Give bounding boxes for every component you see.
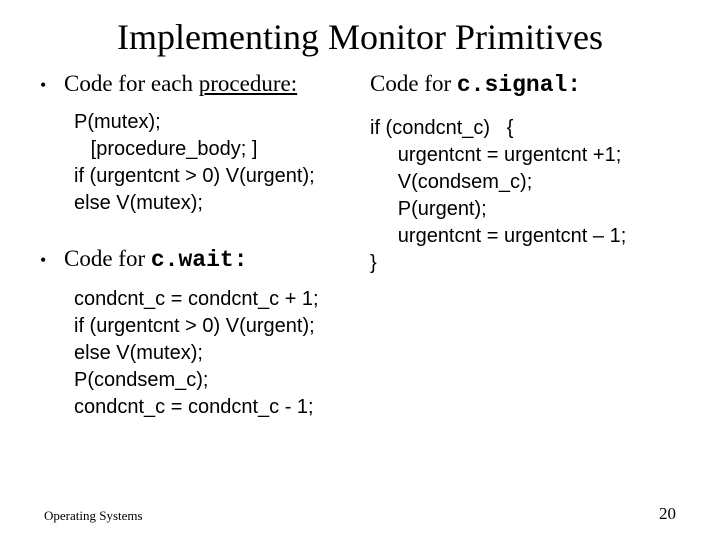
bullet-procedure: • Code for each procedure: [40, 68, 350, 99]
left-column: • Code for each procedure: P(mutex); [pr… [40, 68, 350, 447]
bullet-procedure-text: Code for each procedure: [64, 68, 297, 99]
bullet-cwait-text: Code for c.wait: [64, 243, 248, 276]
bullet-procedure-underline: procedure: [199, 71, 297, 96]
content-columns: • Code for each procedure: P(mutex); [pr… [40, 68, 680, 447]
code-procedure: P(mutex); [procedure_body; ] if (urgentc… [74, 109, 350, 217]
bullet-cwait: • Code for c.wait: [40, 243, 350, 276]
header-csignal: Code for c.signal: [370, 68, 680, 101]
code-csignal: if (condcnt_c) { urgentcnt = urgentcnt +… [370, 115, 680, 277]
header-csignal-code: c.signal: [457, 72, 581, 98]
bullet-procedure-prefix: Code for each [64, 71, 199, 96]
footer-left: Operating Systems [44, 508, 143, 524]
bullet-icon: • [40, 73, 64, 97]
bullet-cwait-code: c.wait: [151, 247, 248, 273]
code-cwait: condcnt_c = condcnt_c + 1; if (urgentcnt… [74, 286, 350, 421]
header-csignal-prefix: Code for [370, 71, 457, 96]
bullet-icon: • [40, 248, 64, 272]
slide: Implementing Monitor Primitives • Code f… [0, 0, 720, 540]
slide-title: Implementing Monitor Primitives [40, 16, 680, 58]
bullet-cwait-prefix: Code for [64, 246, 151, 271]
header-csignal-text: Code for c.signal: [370, 68, 581, 101]
right-column: Code for c.signal: if (condcnt_c) { urge… [370, 68, 680, 447]
footer-right: 20 [659, 504, 676, 524]
